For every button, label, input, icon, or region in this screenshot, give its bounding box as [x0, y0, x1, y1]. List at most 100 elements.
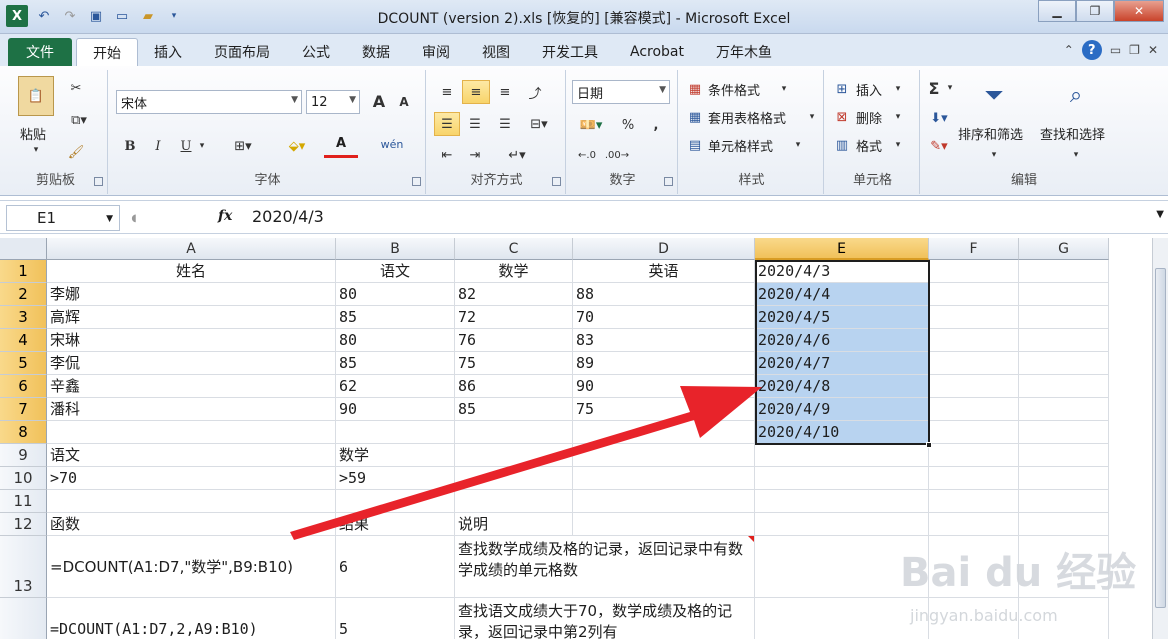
comment-indicator-icon[interactable] [748, 536, 754, 542]
cell-c-4[interactable]: 76 [455, 329, 573, 352]
cell-f-9[interactable] [929, 444, 1019, 467]
underline-dropdown-icon[interactable]: ▾ [196, 138, 208, 154]
align-top-icon[interactable]: ≡ [434, 80, 460, 104]
cell-f-4[interactable] [929, 329, 1019, 352]
shrink-font-icon[interactable]: A [394, 92, 414, 112]
delete-button[interactable]: 删除 [856, 108, 882, 127]
cell-c-6[interactable]: 86 [455, 375, 573, 398]
tab-formulas[interactable]: 公式 [286, 38, 346, 66]
cell-e-6[interactable]: 2020/4/8 [755, 375, 929, 398]
row-header[interactable]: 7 [0, 398, 47, 421]
cell-d-7[interactable]: 75 [573, 398, 755, 421]
help-icon[interactable]: ? [1081, 40, 1102, 60]
cell-f-11[interactable] [929, 490, 1019, 513]
cell-e-7[interactable]: 2020/4/9 [755, 398, 929, 421]
cell-a-3[interactable]: 高辉 [47, 306, 336, 329]
column-header-c[interactable]: C [455, 238, 573, 260]
delete-cells-icon[interactable]: ⊠ [832, 108, 852, 126]
doc-restore-icon[interactable]: ❐ [1129, 43, 1140, 57]
chevron-down-icon[interactable]: ▾ [988, 148, 1000, 162]
row-header[interactable]: 5 [0, 352, 47, 375]
cell-e-2[interactable]: 2020/4/4 [755, 283, 929, 306]
font-name-combo[interactable]: 宋体 ▼ [116, 90, 302, 114]
cell-g-11[interactable] [1019, 490, 1109, 513]
tab-page-layout[interactable]: 页面布局 [198, 38, 286, 66]
row-header[interactable]: 12 [0, 513, 47, 536]
cell-f-2[interactable] [929, 283, 1019, 306]
cell-f-6[interactable] [929, 375, 1019, 398]
font-launcher-icon[interactable] [412, 177, 421, 186]
insert-cells-icon[interactable]: ⊞ [832, 80, 852, 98]
number-format-combo[interactable]: 日期 ▼ [572, 80, 670, 104]
cell-c-3[interactable]: 72 [455, 306, 573, 329]
cell-a-6[interactable]: 辛鑫 [47, 375, 336, 398]
cell-c-2[interactable]: 82 [455, 283, 573, 306]
paste-button[interactable]: 粘贴 [20, 124, 46, 143]
cell-b-7[interactable]: 90 [336, 398, 455, 421]
chevron-down-icon[interactable]: ▾ [792, 136, 804, 154]
paste-icon[interactable]: 📋 [18, 76, 54, 116]
chevron-down-icon[interactable]: ▾ [892, 136, 904, 154]
cell-a-5[interactable]: 李侃 [47, 352, 336, 375]
tab-wannian[interactable]: 万年木鱼 [700, 38, 788, 66]
row-header[interactable]: 10 [0, 467, 47, 490]
conditional-format-button[interactable]: 条件格式 [708, 80, 760, 99]
cell-g-6[interactable] [1019, 375, 1109, 398]
cell-b-9[interactable]: 数学 [336, 444, 455, 467]
formula-input[interactable]: 2020/4/3 [252, 207, 324, 226]
row-header[interactable]: 1 [0, 260, 47, 283]
column-header-d[interactable]: D [573, 238, 755, 260]
chevron-down-icon[interactable]: ▼ [291, 95, 298, 105]
cell-a-4[interactable]: 宋琳 [47, 329, 336, 352]
chevron-down-icon[interactable]: ▾ [778, 80, 790, 98]
cell-b-1[interactable]: 语文 [336, 260, 455, 283]
chevron-down-icon[interactable]: ▾ [892, 80, 904, 98]
cell-d-6[interactable]: 90 [573, 375, 755, 398]
cell-f-1[interactable] [929, 260, 1019, 283]
cell-f-7[interactable] [929, 398, 1019, 421]
cell-a-12[interactable]: 函数 [47, 513, 336, 536]
find-select-button[interactable]: 查找和选择 [1040, 124, 1105, 143]
chevron-down-icon[interactable]: ▾ [944, 78, 956, 98]
chevron-down-icon[interactable]: ▼ [106, 214, 113, 224]
cell-styles-icon[interactable]: ▤ [686, 136, 704, 154]
cell-e-12[interactable] [755, 513, 929, 536]
cell-g-8[interactable] [1019, 421, 1109, 444]
column-header-b[interactable]: B [336, 238, 455, 260]
cell-styles-button[interactable]: 单元格样式 [708, 136, 773, 155]
cell-c-7[interactable]: 85 [455, 398, 573, 421]
cell-e-9[interactable] [755, 444, 929, 467]
merge-cells-icon[interactable]: ⊟▾ [522, 112, 556, 136]
cell-d-5[interactable]: 89 [573, 352, 755, 375]
fill-color-icon[interactable]: ⬙▾ [280, 134, 314, 158]
decrease-indent-icon[interactable]: ⇤ [434, 144, 460, 166]
format-painter-icon[interactable]: 🖌 [66, 142, 86, 162]
comma-button[interactable]: , [646, 114, 666, 136]
currency-icon[interactable]: 💴▾ [574, 114, 608, 136]
chevron-down-icon[interactable]: ▼ [349, 95, 356, 105]
cell-a-2[interactable]: 李娜 [47, 283, 336, 306]
cell-e-3[interactable]: 2020/4/5 [755, 306, 929, 329]
cell-f-8[interactable] [929, 421, 1019, 444]
tab-data[interactable]: 数据 [346, 38, 406, 66]
orientation-icon[interactable]: ⤴ [522, 80, 548, 104]
number-launcher-icon[interactable] [664, 177, 673, 186]
cell-d-11[interactable] [573, 490, 755, 513]
cell-b-8[interactable] [336, 421, 455, 444]
cell-f-3[interactable] [929, 306, 1019, 329]
grow-font-icon[interactable]: A [368, 90, 390, 112]
clear-icon[interactable]: ✎▾ [924, 136, 954, 156]
cell-b-14[interactable]: 5 [336, 598, 455, 639]
cell-d-9[interactable] [573, 444, 755, 467]
row-header[interactable]: 14 [0, 598, 47, 639]
row-header[interactable]: 11 [0, 490, 47, 513]
cell-c-1[interactable]: 数学 [455, 260, 573, 283]
paste-dropdown-icon[interactable]: ▾ [30, 144, 42, 156]
cell-e-8[interactable]: 2020/4/10 [755, 421, 929, 444]
cell-f-10[interactable] [929, 467, 1019, 490]
cell-b-2[interactable]: 80 [336, 283, 455, 306]
column-header-a[interactable]: A [47, 238, 336, 260]
cell-e-4[interactable]: 2020/4/6 [755, 329, 929, 352]
borders-icon[interactable]: ⊞▾ [228, 134, 258, 158]
tab-developer[interactable]: 开发工具 [526, 38, 614, 66]
